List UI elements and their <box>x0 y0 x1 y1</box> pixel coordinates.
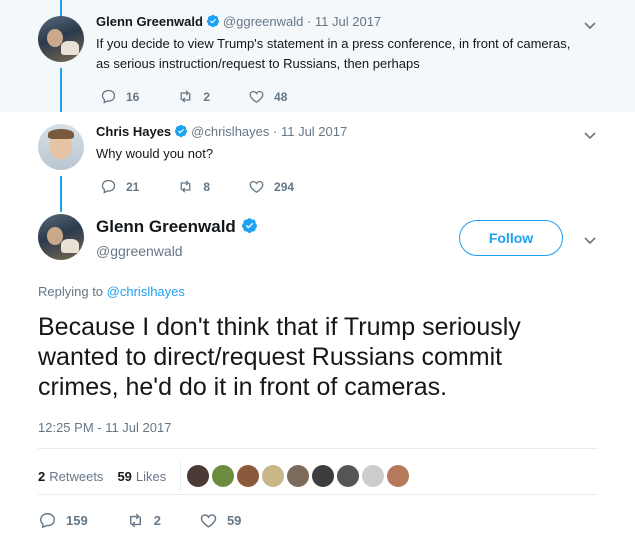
like-button[interactable]: 59 <box>199 511 241 530</box>
liker-avatar[interactable] <box>262 465 285 487</box>
retweets-stat[interactable]: 2 Retweets <box>38 469 103 484</box>
tweet-stats: 2 Retweets 59 Likes <box>38 462 412 490</box>
retweet-button[interactable]: 2 <box>177 88 210 105</box>
liker-avatar[interactable] <box>187 465 210 487</box>
retweet-icon <box>180 90 191 103</box>
like-count: 59 <box>226 513 242 528</box>
reply-icon <box>40 513 55 529</box>
avatar[interactable] <box>38 16 84 62</box>
tweet-header: Chris Hayes @chrislhayes · 11 Jul 2017 <box>96 124 347 139</box>
verified-badge-icon <box>206 14 220 28</box>
reply-button[interactable]: 159 <box>38 511 88 530</box>
replying-to-link[interactable]: @chrislhayes <box>107 284 185 299</box>
tweet-actions: 16 2 48 <box>100 88 325 105</box>
liker-avatar[interactable] <box>312 465 335 487</box>
replying-to: Replying to @chrislhayes <box>38 284 185 299</box>
retweet-button[interactable]: 2 <box>126 511 161 530</box>
thread-line <box>60 68 62 112</box>
like-count: 48 <box>274 89 288 104</box>
liker-avatar[interactable] <box>212 465 235 487</box>
verified-badge-icon <box>241 218 257 233</box>
tweet-text-line: crimes, he'd do it in front of cameras. <box>38 373 448 401</box>
tweet-text-line: as serious instruction/request to Russia… <box>96 56 420 71</box>
retweet-count: 2 <box>153 513 161 528</box>
tweet-text: Because I don't think that if Trump seri… <box>38 312 618 402</box>
author-name[interactable]: Chris Hayes <box>96 124 171 139</box>
tweet-date[interactable]: · 11 Jul 2017 <box>273 124 347 139</box>
liker-avatar[interactable] <box>362 465 385 487</box>
thread-line <box>60 0 62 16</box>
reply-button[interactable]: 16 <box>100 88 139 105</box>
tweet-text: Why would you not? <box>96 146 214 161</box>
tweet-actions: 21 8 294 <box>100 178 332 195</box>
reply-icon <box>101 179 116 194</box>
divider <box>180 462 182 490</box>
heart-icon <box>200 514 217 528</box>
thread-line <box>60 204 62 212</box>
tweet-text-line: Because I don't think that if Trump seri… <box>38 313 521 341</box>
divider <box>38 448 598 449</box>
chevron-down-icon[interactable] <box>583 128 597 142</box>
retweet-icon <box>129 513 141 528</box>
thread-line <box>60 176 62 204</box>
author-name[interactable]: Glenn Greenwald <box>96 14 203 29</box>
liker-avatars <box>187 465 412 487</box>
tweet-actions: 159 2 59 <box>38 511 279 530</box>
retweet-button[interactable]: 8 <box>177 178 210 195</box>
chevron-down-icon[interactable] <box>583 18 597 32</box>
like-count: 294 <box>274 179 295 194</box>
author-handle[interactable]: @ggreenwald <box>96 243 183 259</box>
tweet-header: Glenn Greenwald @ggreenwald · 11 Jul 2017 <box>96 14 381 29</box>
context-tweet-1[interactable]: Glenn Greenwald @ggreenwald · 11 Jul 2017… <box>0 0 635 112</box>
tweet-text-line: wanted to direct/request Russians commit <box>38 343 503 371</box>
author-handle[interactable]: @chrislhayes <box>191 124 269 139</box>
author-name[interactable]: Glenn Greenwald <box>96 217 261 237</box>
avatar[interactable] <box>38 124 84 170</box>
retweet-count: 8 <box>203 179 211 194</box>
reply-count: 16 <box>126 89 140 104</box>
avatar[interactable] <box>38 214 84 260</box>
tweet-date[interactable]: · 11 Jul 2017 <box>307 14 381 29</box>
heart-icon <box>249 90 264 103</box>
chevron-down-icon[interactable] <box>583 233 597 247</box>
tweet-timestamp[interactable]: 12:25 PM - 11 Jul 2017 <box>38 420 171 435</box>
verified-badge-icon <box>175 124 188 138</box>
author-handle[interactable]: @ggreenwald <box>223 14 303 29</box>
like-button[interactable]: 294 <box>248 178 294 195</box>
divider <box>38 494 598 495</box>
reply-button[interactable]: 21 <box>100 178 139 195</box>
reply-count: 159 <box>66 513 88 528</box>
liker-avatar[interactable] <box>237 465 260 487</box>
replying-prefix: Replying to <box>38 284 104 299</box>
context-tweet-2[interactable]: Chris Hayes @chrislhayes · 11 Jul 2017 Wh… <box>0 112 635 204</box>
liker-avatar[interactable] <box>287 465 310 487</box>
reply-icon <box>101 89 116 104</box>
heart-icon <box>249 180 264 193</box>
tweet-text: If you decide to view Trump's statement … <box>96 34 570 74</box>
like-button[interactable]: 48 <box>248 88 287 105</box>
tweet-text-line: If you decide to view Trump's statement … <box>96 36 571 51</box>
liker-avatar[interactable] <box>387 465 410 487</box>
retweet-icon <box>180 180 191 193</box>
liker-avatar[interactable] <box>337 465 360 487</box>
reply-count: 21 <box>126 179 140 194</box>
follow-button[interactable]: Follow <box>459 220 563 256</box>
retweet-count: 2 <box>203 89 211 104</box>
likes-stat[interactable]: 59 Likes <box>117 469 166 484</box>
